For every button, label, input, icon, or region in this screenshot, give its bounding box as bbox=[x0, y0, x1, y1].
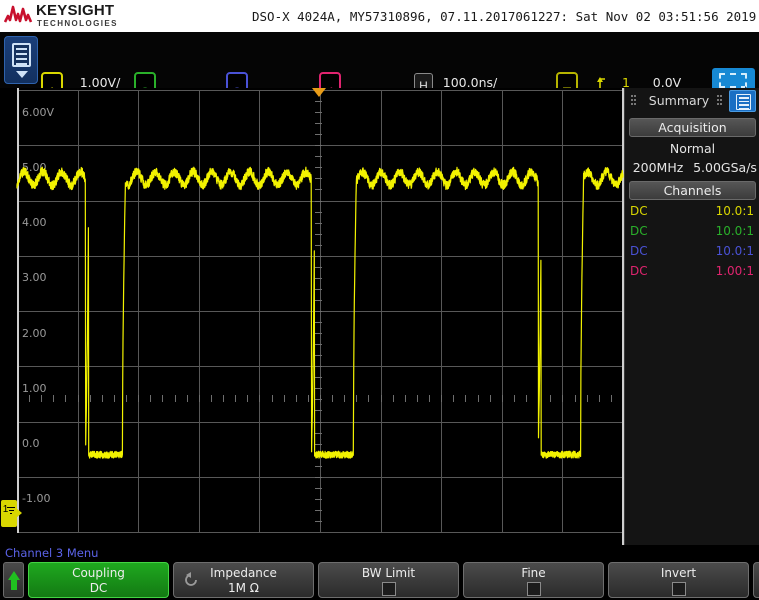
channel-coupling: DC bbox=[630, 264, 648, 278]
settings-bar: 1 1.00V/ 2.00000V 2 3 4 H 100.0ns/ 0.0s … bbox=[0, 32, 759, 120]
softkey-menu: Channel 3 Menu Coupling DC Impedance 1M Ω BW… bbox=[0, 545, 759, 600]
channel-coupling: DC bbox=[630, 224, 648, 238]
channel-summary-row: DC 1.00:1 bbox=[625, 264, 759, 284]
channel-summary-row: DC 10.0:1 bbox=[625, 244, 759, 264]
brand-subtitle: TECHNOLOGIES bbox=[37, 19, 118, 28]
chevron-down-icon bbox=[16, 71, 28, 78]
acquisition-rate-row: 200MHz 5.00GSa/s bbox=[625, 160, 759, 175]
channel-probe-ratio: 10.0:1 bbox=[715, 224, 754, 238]
checkbox-icon[interactable] bbox=[526, 582, 541, 596]
sidebar-title: Summary bbox=[648, 93, 710, 108]
main-menu-button[interactable] bbox=[4, 36, 38, 84]
list-icon bbox=[12, 43, 31, 67]
menu-title: Channel 3 Menu bbox=[5, 546, 99, 560]
sidebar-panel-button[interactable] bbox=[729, 90, 756, 112]
brand-name: KEYSIGHT bbox=[36, 2, 115, 19]
marquee-rect bbox=[719, 73, 747, 88]
channel-summary-row: DC 10.0:1 bbox=[625, 224, 759, 244]
summary-sidebar: Summary Acquisition Normal 200MHz 5.00GSa… bbox=[624, 88, 759, 545]
trigger-position-icon[interactable] bbox=[312, 88, 326, 97]
trace-path bbox=[16, 166, 624, 459]
channel-1-trace bbox=[16, 166, 624, 459]
oscilloscope-screen: KEYSIGHT TECHNOLOGIES DSO-X 4024A, MY573… bbox=[0, 0, 759, 600]
softkey-fine[interactable]: Fine bbox=[463, 562, 604, 598]
softkey-value: DC bbox=[89, 581, 108, 595]
softkey-label: Invert bbox=[660, 566, 697, 580]
sidebar-header: Summary bbox=[625, 88, 759, 114]
refresh-icon bbox=[185, 572, 197, 586]
drag-handle-left[interactable] bbox=[631, 95, 636, 107]
channel-probe-ratio: 1.00:1 bbox=[715, 264, 754, 278]
softkey-label: Coupling bbox=[72, 566, 125, 580]
keysight-logo: KEYSIGHT TECHNOLOGIES bbox=[4, 2, 132, 30]
channels-header[interactable]: Channels bbox=[629, 181, 756, 200]
sample-rate-value: 5.00GSa/s bbox=[693, 160, 757, 175]
softkey-impedance[interactable]: Impedance 1M Ω bbox=[173, 562, 314, 598]
softkey-probe[interactable]: Probe bbox=[753, 562, 759, 598]
menu-up-button[interactable] bbox=[3, 562, 24, 598]
title-bar: KEYSIGHT TECHNOLOGIES DSO-X 4024A, MY573… bbox=[0, 0, 759, 32]
channel-summary-row: DC 10.0:1 bbox=[625, 204, 759, 224]
channel-probe-ratio: 10.0:1 bbox=[715, 244, 754, 258]
acquisition-mode: Normal bbox=[669, 141, 716, 156]
waveform-display[interactable]: 6.00V5.004.003.002.001.000.0-1.00 -400n-… bbox=[0, 88, 624, 545]
up-arrow-stem bbox=[11, 579, 17, 590]
list-icon bbox=[736, 94, 751, 110]
softkey-bw-limit[interactable]: BW Limit bbox=[318, 562, 459, 598]
channel-coupling: DC bbox=[630, 204, 648, 218]
ground-reference-marker[interactable]: 1 bbox=[1, 500, 17, 527]
instrument-info: DSO-X 4024A, MY57310896, 07.11.201706122… bbox=[252, 9, 757, 24]
bandwidth-value: 200MHz bbox=[632, 160, 684, 175]
softkey-invert[interactable]: Invert bbox=[608, 562, 749, 598]
checkbox-icon[interactable] bbox=[671, 582, 686, 596]
ground-marker-arrow-icon bbox=[16, 508, 22, 518]
drag-handle-right[interactable] bbox=[717, 95, 722, 107]
softkey-label: Fine bbox=[521, 566, 546, 580]
ground-symbol-icon bbox=[7, 505, 15, 519]
softkey-coupling[interactable]: Coupling DC bbox=[28, 562, 169, 598]
softkey-label: Probe bbox=[754, 566, 759, 580]
acquisition-header[interactable]: Acquisition bbox=[629, 118, 756, 137]
channel-probe-ratio: 10.0:1 bbox=[715, 204, 754, 218]
keysight-wave-icon bbox=[4, 5, 33, 23]
channel-coupling: DC bbox=[630, 244, 648, 258]
softkey-label: BW Limit bbox=[361, 566, 416, 580]
checkbox-icon[interactable] bbox=[381, 582, 396, 596]
